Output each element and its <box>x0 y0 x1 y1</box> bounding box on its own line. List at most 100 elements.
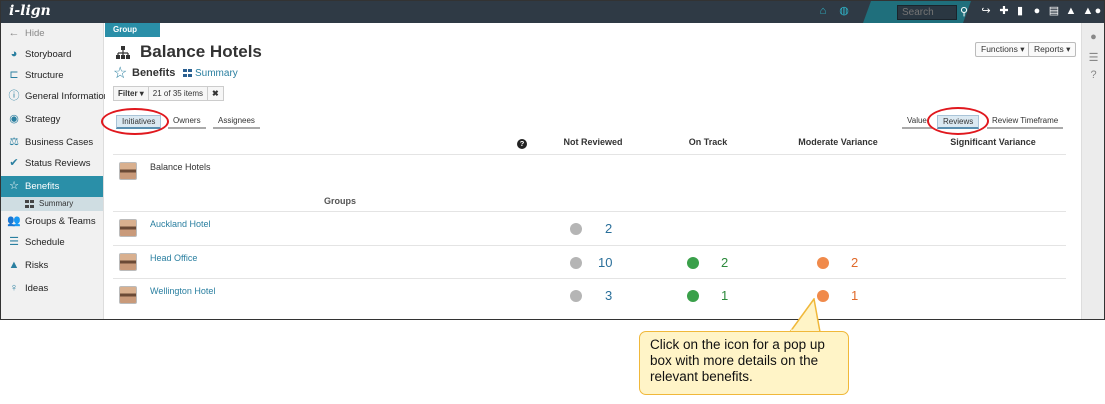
row-link-auckland-hotel[interactable]: Auckland Hotel <box>150 219 211 229</box>
on-track-count[interactable]: 2 <box>721 255 728 270</box>
divider <box>113 278 1066 279</box>
sidebar-item-risks[interactable]: ▲ Risks <box>1 255 103 276</box>
info-icon: ⓘ <box>8 90 20 102</box>
sidebar-item-status-reviews[interactable]: ✔ Status Reviews <box>1 153 103 174</box>
divider <box>113 245 1066 246</box>
callout-note: Click on the icon for a pop up box with … <box>639 331 849 395</box>
sidebar-item-structure[interactable]: ⊏ Structure <box>1 65 103 86</box>
sidebar-item-schedule[interactable]: ☰ Schedule <box>1 232 103 253</box>
hide-sidebar-button[interactable]: ← Hide <box>1 23 103 44</box>
list-icon[interactable]: ☰ <box>1087 51 1100 64</box>
app-logo[interactable]: i-lign <box>9 3 51 19</box>
tab-owners[interactable]: Owners <box>168 115 206 129</box>
avatar <box>119 219 137 237</box>
comment-icon[interactable]: ● <box>1087 31 1100 44</box>
sidebar-item-storyboard[interactable]: ◕ Storyboard <box>1 44 103 65</box>
grid-icon <box>183 69 192 77</box>
column-header-on-track: On Track <box>688 137 728 147</box>
hide-label: Hide <box>25 28 45 39</box>
highlight-oval <box>101 108 169 135</box>
moderate-variance-status-icon[interactable] <box>817 257 829 269</box>
summary-link-label: Summary <box>195 68 238 79</box>
bell-icon[interactable]: ▲ <box>1064 4 1078 18</box>
help-icon[interactable]: ? <box>517 139 527 149</box>
row-link-wellington-hotel[interactable]: Wellington Hotel <box>150 286 215 296</box>
schedule-icon: ☰ <box>9 236 19 248</box>
tab-review-timeframe[interactable]: Review Timeframe <box>987 115 1064 129</box>
filter-count: 21 of 35 items <box>149 87 209 100</box>
sidebar: ← Hide ◕ Storyboard ⊏ Structure ⓘ Genera… <box>1 23 109 319</box>
moderate-variance-count[interactable]: 2 <box>851 255 858 270</box>
sidebar-item-business-cases[interactable]: ⚖ Business Cases <box>1 132 103 153</box>
warning-icon: ▲ <box>8 259 20 271</box>
right-rail: ● ☰ ? <box>1081 23 1104 319</box>
check-icon: ✔ <box>9 157 19 169</box>
not-reviewed-count[interactable]: 2 <box>605 221 612 236</box>
groups-label: Groups <box>324 196 357 206</box>
sidebar-item-groups-teams[interactable]: 👥 Groups & Teams <box>1 211 103 232</box>
globe-icon[interactable]: ◍ <box>837 4 851 18</box>
chat-icon[interactable]: ● <box>1030 4 1044 18</box>
app-window: i-lign ⌂ ◍ ⚲ ↪ ✚ ▮ ● ▤ ▲ ▲ ● ← Hide ◕ St… <box>0 0 1105 320</box>
on-track-status-icon[interactable] <box>687 290 699 302</box>
sidebar-item-label: General Information <box>25 91 109 102</box>
org-name: Balance Hotels <box>150 162 211 172</box>
bookmark-icon[interactable]: ▮ <box>1013 4 1027 18</box>
sidebar-item-general-information[interactable]: ⓘ General Information <box>1 86 109 107</box>
divider <box>113 154 1066 155</box>
user-icon[interactable]: ● <box>1091 4 1104 18</box>
sidebar-item-label: Storyboard <box>25 49 72 60</box>
sidebar-item-label: Status Reviews <box>25 158 91 169</box>
not-reviewed-count[interactable]: 3 <box>605 288 612 303</box>
breadcrumb[interactable]: Group <box>105 23 160 37</box>
share-icon[interactable]: ↪ <box>979 4 993 18</box>
sidebar-item-label: Groups & Teams <box>25 216 96 227</box>
sidebar-item-benefits[interactable]: ☆ Benefits <box>1 176 103 197</box>
avatar <box>119 162 137 180</box>
people-icon: 👥 <box>7 215 21 227</box>
sidebar-item-strategy[interactable]: ◉ Strategy <box>1 109 103 130</box>
column-header-moderate-variance: Moderate Variance <box>798 137 878 147</box>
page-title: Balance Hotels <box>140 42 262 61</box>
tab-assignees[interactable]: Assignees <box>213 115 260 129</box>
not-reviewed-count[interactable]: 10 <box>598 255 612 270</box>
document-icon[interactable]: ▤ <box>1047 4 1061 18</box>
moderate-variance-count[interactable]: 1 <box>851 288 858 303</box>
sidebar-item-label: Risks <box>25 260 49 271</box>
row-link-head-office[interactable]: Head Office <box>150 253 197 263</box>
summary-link[interactable]: Summary <box>183 68 238 79</box>
not-reviewed-status-icon[interactable] <box>570 257 582 269</box>
clear-filter-button[interactable]: ✖ <box>208 87 223 100</box>
reports-button[interactable]: Reports ▾ <box>1028 42 1077 57</box>
top-bar: i-lign ⌂ ◍ ⚲ ↪ ✚ ▮ ● ▤ ▲ ▲ ● <box>1 1 1104 23</box>
sidebar-item-ideas[interactable]: ♀ Ideas <box>1 278 103 299</box>
plus-icon[interactable]: ✚ <box>997 4 1011 18</box>
avatar <box>119 286 137 304</box>
compass-icon: ◉ <box>9 113 19 125</box>
sidebar-item-label: Structure <box>25 70 64 81</box>
not-reviewed-status-icon[interactable] <box>570 223 582 235</box>
filter-button[interactable]: Filter ▾ <box>114 87 149 100</box>
sidebar-item-label: Business Cases <box>25 137 94 148</box>
scales-icon: ⚖ <box>9 136 19 148</box>
not-reviewed-status-icon[interactable] <box>570 290 582 302</box>
sidebar-item-label: Ideas <box>25 283 49 294</box>
divider <box>113 211 1066 212</box>
star-icon: ☆ <box>113 65 128 82</box>
palette-icon: ◕ <box>10 48 18 60</box>
search-icon[interactable]: ⚲ <box>960 5 968 18</box>
star-icon: ☆ <box>9 180 19 192</box>
sidebar-subitem-summary[interactable]: Summary <box>1 197 103 211</box>
on-track-status-icon[interactable] <box>687 257 699 269</box>
sidebar-item-label: Strategy <box>25 114 61 125</box>
functions-button[interactable]: Functions ▾ <box>975 42 1031 57</box>
on-track-count[interactable]: 1 <box>721 288 728 303</box>
lightbulb-icon: ♀ <box>9 282 19 294</box>
home-icon[interactable]: ⌂ <box>816 4 830 18</box>
filter-bar: Filter ▾ 21 of 35 items ✖ <box>113 86 224 101</box>
structure-icon: ⊏ <box>9 69 19 81</box>
highlight-oval <box>927 107 989 135</box>
search-input[interactable] <box>897 5 957 20</box>
help-icon[interactable]: ? <box>1087 69 1100 82</box>
avatar <box>119 253 137 271</box>
